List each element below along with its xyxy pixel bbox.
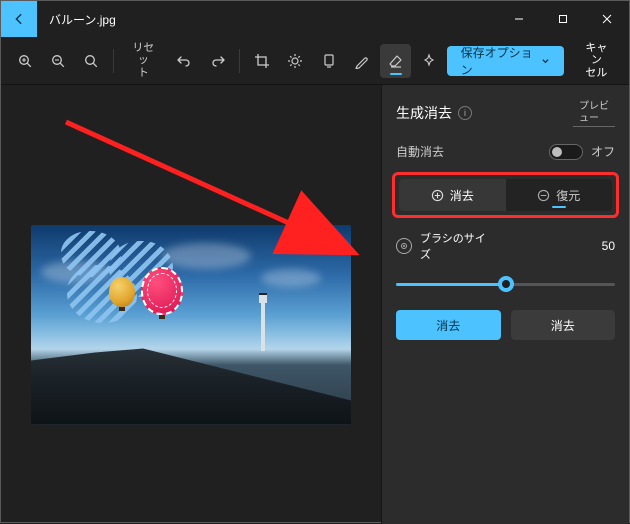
restore-mode-button[interactable]: 復元 [506,179,613,211]
brush-size-slider[interactable] [396,272,615,296]
canvas-area [1,85,381,524]
eraser-icon [388,53,404,69]
chevron-down-icon [541,56,550,66]
crop-button[interactable] [246,44,277,78]
info-icon[interactable]: i [458,106,472,120]
markup-button[interactable] [346,44,377,78]
save-options-button[interactable]: 保存オプション [447,46,564,76]
undo-button[interactable] [169,44,200,78]
brush-size-label: ブラシのサイ ズ [420,230,486,262]
generative-erase-panel: 生成消去 i プレビュー 自動消去 オフ 消去 復元 [381,85,629,524]
secondary-erase-button[interactable]: 消去 [511,310,616,340]
panel-title: 生成消去 [396,103,452,123]
image-canvas[interactable] [31,225,351,425]
back-button[interactable] [1,1,37,37]
title-bar: バルーン.jpg [1,1,629,37]
auto-erase-row: 自動消去 オフ [396,143,615,160]
erase-mode-label: 消去 [450,187,474,204]
zoom-in-icon [17,53,33,69]
filter-button[interactable] [313,44,344,78]
toolbar-divider [239,49,240,73]
file-name: バルーン.jpg [37,11,128,28]
apply-erase-button[interactable]: 消去 [396,310,501,340]
brightness-icon [287,53,303,69]
preview-badge: プレビュー [573,99,615,127]
adjust-button[interactable] [280,44,311,78]
zoom-out-icon [50,53,66,69]
toolbar: リセッ ト 保存オプション キャン セル [1,37,629,85]
sparkle-icon [421,53,437,69]
minimize-icon [514,14,524,24]
erase-restore-segmented: 消去 復元 [399,179,612,211]
slider-thumb[interactable] [498,276,514,292]
minimize-button[interactable] [497,1,541,37]
undo-icon [176,53,192,69]
window-controls [497,1,629,37]
minus-circle-icon [537,189,550,202]
zoom-out-button[interactable] [42,44,73,78]
erase-mode-button[interactable]: 消去 [399,179,506,211]
lighthouse-graphic [261,299,265,351]
redo-icon [210,53,226,69]
auto-erase-state: オフ [591,143,615,160]
zoom-fit-icon [83,53,99,69]
brush-size-value: 50 [602,239,615,253]
blur-button[interactable] [413,44,444,78]
restore-mode-label: 復元 [556,187,580,204]
auto-erase-toggle[interactable] [549,144,583,160]
filter-icon [321,53,337,69]
balloon-graphic [141,267,183,315]
arrow-left-icon [12,12,26,26]
crop-icon [254,53,270,69]
close-button[interactable] [585,1,629,37]
toolbar-divider [113,49,114,73]
reset-button[interactable]: リセッ ト [120,44,166,78]
cancel-button[interactable]: キャン セル [572,46,621,76]
brush-size-row: ブラシのサイ ズ 50 [396,230,615,262]
erase-tool-button[interactable] [380,44,411,78]
markup-icon [354,53,370,69]
maximize-icon [558,14,568,24]
auto-erase-label: 自動消去 [396,143,444,160]
plus-circle-icon [431,189,444,202]
redo-button[interactable] [202,44,233,78]
balloon-graphic [109,277,135,307]
maximize-button[interactable] [541,1,585,37]
close-icon [602,14,612,24]
brush-size-icon [396,238,412,254]
zoom-fit-button[interactable] [76,44,107,78]
save-options-label: 保存オプション [461,44,535,78]
zoom-in-button[interactable] [9,44,40,78]
erase-restore-highlight: 消去 復元 [392,172,619,218]
